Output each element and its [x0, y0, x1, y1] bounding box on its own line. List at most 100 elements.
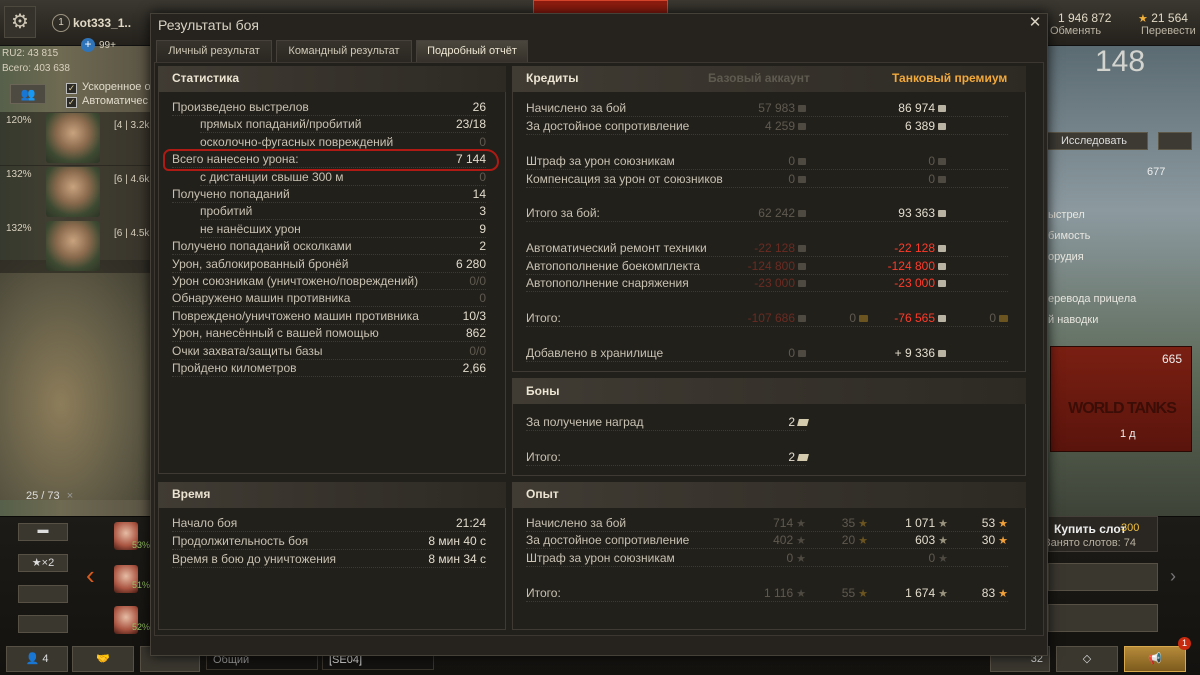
banner-value: 665: [1162, 352, 1183, 366]
crew-icon[interactable]: 👥: [10, 84, 46, 104]
battle-button-frame[interactable]: [533, 0, 668, 14]
credit-basic: -23 000: [700, 276, 806, 290]
tab-personal[interactable]: Личный результат: [156, 40, 272, 62]
checkbox-accelerated[interactable]: ✓: [66, 83, 77, 94]
stat-label: Очки захвата/защиты базы: [172, 344, 323, 358]
empty-slot[interactable]: [1048, 563, 1158, 591]
row-divider: [526, 256, 1008, 257]
row-divider: [172, 306, 486, 307]
busy-slots: Занято слотов: 74: [1044, 537, 1137, 549]
megaphone-icon[interactable]: 📢: [1124, 646, 1186, 672]
gear-icon[interactable]: ⚙: [4, 6, 36, 38]
bond-icon: [797, 419, 809, 427]
free-xp-star-icon: ★: [998, 535, 1008, 547]
credit-premium-gold-value: 0: [989, 311, 996, 325]
credits-value: 1 946 872: [1058, 11, 1112, 25]
notification-badge: 1: [1178, 637, 1191, 650]
research-button[interactable]: Исследовать: [1040, 132, 1148, 150]
right-text: орудия: [1048, 251, 1084, 263]
arrow-right-icon[interactable]: ›: [1170, 566, 1176, 587]
filter-icon[interactable]: [18, 585, 68, 603]
exchange-link[interactable]: Обменять: [1050, 25, 1101, 37]
credit-basic-gold: 0: [812, 311, 868, 325]
transfer-link[interactable]: Перевести: [1141, 25, 1196, 37]
stat-label: Урон, заблокированный бронёй: [172, 257, 349, 271]
row-divider: [526, 169, 1008, 170]
stat-value: 23/18: [455, 117, 486, 131]
stat-value: 0: [479, 135, 486, 149]
credit-basic-value: -22 128: [754, 241, 795, 255]
handshake-icon[interactable]: 🤝: [72, 646, 134, 672]
credit-premium-value: 93 363: [898, 206, 935, 220]
stat-value: 2: [479, 239, 486, 253]
time-label: Продолжительность боя: [172, 534, 309, 548]
credit-premium-value: 86 974: [898, 101, 935, 115]
credit-basic: 0: [700, 172, 806, 186]
right-text: бимость: [1048, 230, 1091, 242]
row-divider: [172, 359, 486, 360]
username[interactable]: kot333_1..: [73, 16, 131, 30]
xp-premium: 603 ★: [870, 533, 948, 547]
checkbox-auto[interactable]: ✓: [66, 97, 77, 108]
slot-percent: 52%: [132, 622, 151, 632]
time-value: 21:24: [455, 516, 486, 530]
stat-label: Урон союзникам (уничтожено/повреждений): [172, 274, 419, 288]
credit-premium-value: 6 389: [904, 119, 935, 133]
xp-basic: 402 ★: [730, 533, 806, 547]
row-divider: [200, 219, 486, 220]
tank-filter-icon[interactable]: ▬: [18, 523, 68, 541]
diamond-icon[interactable]: ◇: [1056, 646, 1118, 672]
settings-filter-icon[interactable]: [18, 615, 68, 633]
free-xp-star-icon: ★: [858, 588, 868, 600]
coin-icon: [938, 350, 946, 358]
stat-label: не нанёсших урон: [200, 222, 301, 236]
xp-header: [512, 482, 1026, 508]
bond-label: За получение наград: [526, 415, 644, 429]
damage-highlight: [163, 149, 499, 171]
coin-icon: [938, 210, 946, 218]
tab-team[interactable]: Командный результат: [276, 40, 412, 62]
empty-slot[interactable]: [1048, 604, 1158, 632]
crew-percent: 132%: [6, 223, 32, 234]
stat-value: 0: [479, 291, 486, 305]
stat-label: Пройдено километров: [172, 361, 297, 375]
credit-premium-gold: 0: [952, 311, 1008, 325]
close-icon[interactable]: ✕: [1027, 15, 1043, 31]
row-divider: [526, 274, 1008, 275]
crew-counter: 25 / 73 ×: [26, 490, 73, 502]
free-xp-star-icon: ★: [998, 588, 1008, 600]
credit-premium: -22 128: [840, 241, 946, 255]
credit-basic: 57 983: [700, 101, 806, 115]
tab-detailed[interactable]: Подробный отчёт: [416, 40, 528, 62]
stat-value: 862: [465, 326, 486, 340]
checkbox-auto-label: Автоматичес: [82, 95, 148, 107]
stat-value: 0/0: [469, 274, 486, 288]
coin-icon: [938, 245, 946, 253]
bond-label: Итого:: [526, 450, 561, 464]
coin-icon: [798, 123, 806, 131]
stat-label: осколочно-фугасных повреждений: [200, 135, 394, 149]
row-divider: [526, 566, 1008, 567]
xp-title: Опыт: [526, 487, 559, 501]
row-divider: [526, 221, 1008, 222]
coin-icon: [798, 210, 806, 218]
right-text: ыстрел: [1048, 209, 1085, 221]
close-icon[interactable]: ×: [67, 490, 73, 502]
credit-basic-value: 0: [788, 172, 795, 186]
stat-value: 0/0: [469, 344, 486, 358]
arrow-left-icon[interactable]: ‹: [86, 560, 95, 591]
bonds-header: [512, 378, 1026, 404]
row-divider: [172, 376, 486, 377]
credit-label: За достойное сопротивление: [526, 119, 690, 133]
plus-icon[interactable]: +: [81, 38, 95, 52]
row-divider: [172, 254, 486, 255]
compare-button[interactable]: [1158, 132, 1192, 150]
person-icon: 👤: [25, 653, 40, 665]
platoon-button[interactable]: 👤 4: [6, 646, 68, 672]
stat-label: прямых попаданий/пробитий: [200, 117, 362, 131]
crew-level: [6 | 4.6k: [114, 174, 150, 185]
xp-premium: 1 071 ★: [870, 516, 948, 530]
multiplier-button[interactable]: ★×2: [18, 554, 68, 572]
checkbox-accelerated-label: Ускоренное о: [82, 81, 151, 93]
time-label: Начало боя: [172, 516, 238, 530]
